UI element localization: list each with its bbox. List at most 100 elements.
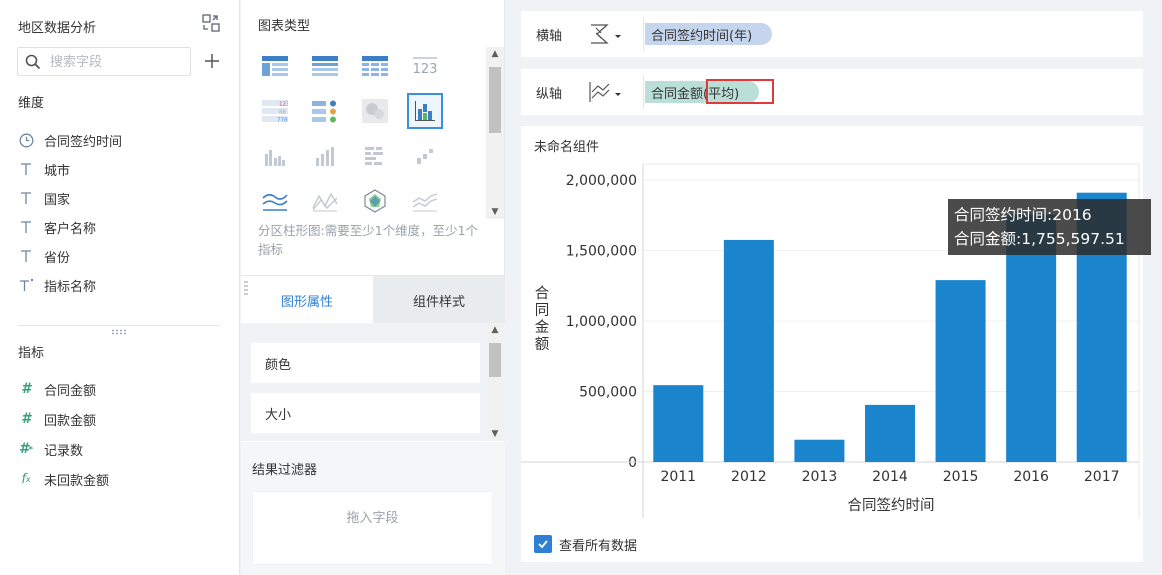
y-axis-label: 纵轴 bbox=[536, 87, 563, 102]
tab-component-style[interactable]: 组件样式 bbox=[373, 276, 505, 324]
search-icon bbox=[25, 54, 41, 70]
dimension-item-city[interactable]: 城市 bbox=[18, 158, 70, 180]
resize-handle-icon[interactable] bbox=[244, 281, 248, 295]
y-axis-aggregation[interactable]: (平均) bbox=[703, 83, 739, 102]
x-axis-title: 合同签约时间 bbox=[848, 497, 935, 514]
chart-type-heatmap-icon[interactable] bbox=[357, 93, 393, 129]
hash-icon: # bbox=[21, 381, 31, 397]
chart-type-description: 分区柱形图:需要至少1个维度，至少1个指标 bbox=[258, 223, 479, 257]
x-axis-row: 横轴 合同签约时间(年) bbox=[521, 11, 1143, 57]
dimension-item-country[interactable]: 国家 bbox=[18, 187, 70, 209]
property-color[interactable]: 颜色 bbox=[251, 343, 480, 383]
bar bbox=[723, 239, 774, 462]
chart-type-table-icon[interactable] bbox=[257, 48, 293, 84]
svg-text:778: 778 bbox=[277, 118, 288, 124]
chart-type-area-icon[interactable] bbox=[307, 183, 343, 219]
measure-item-record-count[interactable]: # * 记录数 bbox=[18, 438, 83, 460]
tooltip-line-value: 合同金额:1,755,597.51 bbox=[954, 230, 1125, 248]
measures-title: 指标 bbox=[18, 346, 45, 361]
scroll-up-icon[interactable]: ▲ bbox=[486, 47, 504, 61]
checkbox-checked-icon bbox=[534, 535, 552, 553]
x-axis-type-dropdown-icon[interactable] bbox=[587, 22, 627, 46]
chart-type-stacked-bar-icon[interactable] bbox=[307, 138, 343, 174]
field-label: 合同金额 bbox=[44, 383, 97, 399]
x-tick-label: 2012 bbox=[731, 469, 767, 485]
scroll-up-icon[interactable]: ▲ bbox=[486, 323, 504, 337]
chart-type-scrollbar[interactable]: ▲ ▼ bbox=[486, 47, 504, 219]
switch-dataset-icon[interactable] bbox=[202, 14, 220, 32]
chart-type-radar-icon[interactable] bbox=[357, 183, 393, 219]
hash-special-icon: # * bbox=[19, 441, 33, 457]
chart-type-partition-bar-icon[interactable] bbox=[407, 93, 443, 129]
x-axis-field-pill[interactable]: 合同签约时间(年) bbox=[645, 23, 773, 45]
x-tick-label: 2017 bbox=[1084, 469, 1120, 485]
formula-icon: fx bbox=[21, 471, 31, 487]
chart-type-range-area-icon[interactable] bbox=[407, 183, 443, 219]
property-tabs: 图形属性 组件样式 bbox=[241, 275, 505, 324]
dimension-item-contract-date[interactable]: 合同签约时间 bbox=[18, 129, 122, 151]
show-all-data-label: 查看所有数据 bbox=[559, 538, 638, 554]
x-tick-label: 2015 bbox=[943, 469, 979, 485]
field-label: 指标名称 bbox=[44, 279, 97, 295]
dimension-item-province[interactable]: 省份 bbox=[18, 245, 70, 267]
scroll-down-icon[interactable]: ▼ bbox=[486, 205, 504, 219]
chart-type-multi-bar-icon[interactable] bbox=[257, 138, 293, 174]
drop-zone-hint: 拖入字段 bbox=[346, 511, 399, 526]
chart-type-waterfall-icon[interactable] bbox=[407, 138, 443, 174]
y-tick-label: 1,000,000 bbox=[566, 314, 637, 330]
clock-icon bbox=[18, 132, 34, 148]
field-label: 省份 bbox=[44, 250, 71, 266]
panel-divider bbox=[18, 325, 220, 326]
chart-type-color-table-icon[interactable] bbox=[307, 93, 343, 129]
scrollbar-thumb[interactable] bbox=[489, 67, 501, 133]
y-axis-type-dropdown-icon[interactable] bbox=[587, 80, 627, 104]
x-tick-label: 2016 bbox=[1013, 469, 1049, 485]
chart-type-kpi-number-icon[interactable]: 123 bbox=[407, 48, 443, 84]
chart-config-panel: 图表类型 123 123 88 778 ▲ ▼ 分区柱形图:需要至少1个维度，至… bbox=[241, 0, 505, 575]
property-list: 颜色 大小 bbox=[241, 323, 505, 441]
measure-item-payment-amount[interactable]: # 回款金额 bbox=[18, 408, 96, 430]
tab-graphic-properties[interactable]: 图形属性 bbox=[241, 276, 373, 324]
dataset-title: 地区数据分析 bbox=[18, 21, 97, 36]
property-scrollbar[interactable]: ▲ ▼ bbox=[486, 323, 504, 441]
dimension-item-customer[interactable]: 客户名称 bbox=[18, 216, 96, 238]
measure-item-contract-amount[interactable]: # 合同金额 bbox=[18, 378, 96, 400]
chart-type-title: 图表类型 bbox=[258, 19, 311, 34]
scroll-down-icon[interactable]: ▼ bbox=[486, 427, 504, 441]
y-axis-title-char: 额 bbox=[535, 336, 550, 353]
search-input[interactable] bbox=[50, 52, 185, 72]
field-label: 记录数 bbox=[44, 443, 84, 459]
field-label: 合同签约时间 bbox=[44, 134, 123, 150]
y-tick-label: 1,500,000 bbox=[566, 244, 637, 260]
chart-type-line-icon[interactable] bbox=[257, 183, 293, 219]
filter-drop-zone[interactable]: 拖入字段 bbox=[252, 491, 493, 565]
field-label: 客户名称 bbox=[44, 221, 97, 237]
y-axis-field-name: 合同金额 bbox=[651, 86, 704, 102]
add-field-button[interactable] bbox=[203, 52, 221, 70]
resize-handle-icon[interactable] bbox=[111, 329, 127, 335]
show-all-data-checkbox[interactable]: 查看所有数据 bbox=[534, 534, 637, 554]
dimension-item-indicator-name[interactable]: 指标名称 bbox=[18, 274, 96, 296]
tooltip-line-category: 合同签约时间:2016 bbox=[954, 206, 1092, 224]
y-axis-row: 纵轴 合同金额 (平均) bbox=[521, 69, 1143, 115]
chart-type-kpi-card-icon[interactable]: 123 88 778 bbox=[257, 93, 293, 129]
text-field-icon bbox=[18, 219, 34, 235]
property-size[interactable]: 大小 bbox=[251, 393, 480, 433]
y-tick-label: 2,000,000 bbox=[566, 173, 637, 189]
text-field-icon bbox=[18, 190, 34, 206]
chart-type-cross-table-icon[interactable] bbox=[357, 48, 393, 84]
bar bbox=[865, 404, 915, 462]
chart-type-range-bar-icon[interactable] bbox=[357, 138, 393, 174]
bar bbox=[935, 280, 986, 462]
scrollbar-thumb[interactable] bbox=[489, 343, 501, 377]
axis-separator bbox=[643, 17, 644, 51]
hash-icon: # bbox=[21, 411, 31, 427]
chart-component: 未命名组件 0 500,000 1,000,000 1,500,000 2,000,00… bbox=[521, 126, 1151, 562]
chart-type-group-table-icon[interactable] bbox=[307, 48, 343, 84]
field-label: 未回款金额 bbox=[44, 473, 110, 489]
field-label: 国家 bbox=[44, 192, 71, 208]
y-tick-label: 0 bbox=[628, 455, 637, 471]
y-axis-field-pill[interactable]: 合同金额 (平均) bbox=[645, 81, 760, 103]
field-panel: 地区数据分析 维度 合同签约时间 城市 国家 客户名称 省份 bbox=[0, 0, 240, 575]
measure-item-unpaid-amount[interactable]: fx 未回款金额 bbox=[18, 468, 109, 490]
